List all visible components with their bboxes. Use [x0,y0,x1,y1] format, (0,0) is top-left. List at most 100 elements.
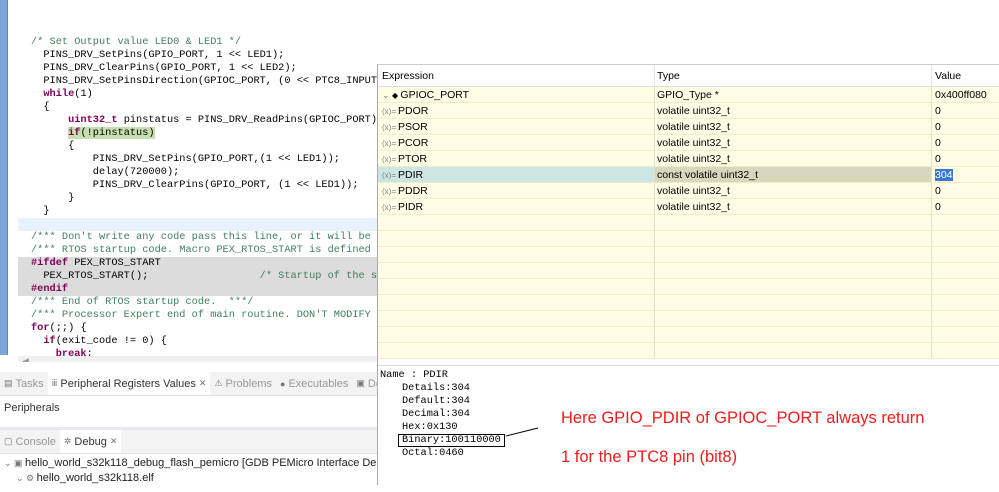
code-token: if [43,335,56,347]
details-pane: Name : PDIR Details:304 Default:304 Decima… [378,365,999,486]
details-name: Name : PDIR [380,369,448,381]
code-token: PINS_DRV_ClearPins(GPIO_PORT, 1 << LED2)… [31,62,297,74]
field-icon: (x)= [382,203,396,212]
header-type[interactable]: Type [655,65,932,86]
elf-label: hello_world_s32k118.elf [36,472,154,484]
expression-value[interactable]: 0x400ff080 [932,87,999,102]
expression-value[interactable]: 304 [935,169,953,181]
close-icon[interactable]: ✕ [110,436,118,447]
code-token: (1) [74,88,93,100]
code-line[interactable]: uint32_t pinstatus = PINS_DRV_ReadPins(G… [18,114,378,127]
code-line[interactable]: { [18,101,378,114]
debug-launch-item[interactable]: ⌄ ▣ hello_world_s32k118_debug_flash_pemi… [0,454,378,469]
code-line[interactable]: if(!pinstatus) [18,127,378,140]
code-token: /*** Don't write any code pass this line… [31,231,378,243]
code-line[interactable]: while(1) [18,88,378,101]
expression-value[interactable]: 0 [935,201,941,213]
expression-row[interactable]: (x)= PDIR const volatile uint32_t 304 [378,167,999,183]
expression-name: PCOR [398,137,429,149]
expression-row[interactable]: (x)= PIDR volatile uint32_t 0 [378,199,999,215]
code-line[interactable]: /* Set Output value LED0 & LED1 */ [18,36,378,49]
code-line[interactable]: #ifdef PEX_RTOS_START [18,257,378,270]
details-value: Details:304 [402,382,470,394]
tab-icon: ▤ [4,378,13,388]
empty-row [378,279,999,295]
code-token: } [31,192,75,204]
empty-row [378,343,999,359]
code-line[interactable]: if(exit_code != 0) { [18,335,378,348]
code-line[interactable]: for(;;) { [18,322,378,335]
header-value[interactable]: Value [932,65,999,86]
chevron-down-icon[interactable]: ⌄ [382,90,392,100]
code-line[interactable]: /*** Don't write any code pass this line… [18,231,378,244]
expression-value[interactable]: 0 [935,185,941,197]
expression-name: PSOR [398,121,428,133]
code-line[interactable]: PINS_DRV_SetPins(GPIO_PORT, 1 << LED1); [18,49,378,62]
tab-label: Executables [288,377,349,390]
header-expression[interactable]: Expression [378,65,655,86]
code-line[interactable]: /*** Processor Expert end of main routin… [18,309,378,322]
details-value: Binary:100110000 [398,434,505,447]
code-editor[interactable]: /* Set Output value LED0 & LED1 */ PINS_… [0,0,378,362]
code-token: for [31,322,50,334]
expression-value[interactable]: 0 [935,137,941,149]
tab-peripheral-registers-values[interactable]: ⅲ Peripheral Registers Values ✕ [47,372,211,395]
expression-row[interactable]: (x)= PDOR volatile uint32_t 0 [378,103,999,119]
tab-console[interactable]: ▢ Console [0,436,60,448]
code-line[interactable]: PINS_DRV_SetPinsDirection(GPIOC_PORT, (0… [18,75,378,88]
expression-value[interactable]: 0 [935,105,941,117]
annotation-leader-line [506,427,539,437]
expressions-popup: Expression Type Value ⌄ ◆ GPIOC_PORT GPI… [377,64,999,485]
empty-row [378,311,999,327]
code-token: PINS_DRV_SetPins(GPIO_PORT, 1 << LED1); [31,49,285,61]
code-token: PEX_RTOS_START [68,257,161,269]
code-token: (exit_code != 0) { [55,335,167,347]
expression-row[interactable]: (x)= PSOR volatile uint32_t 0 [378,119,999,135]
close-icon[interactable]: ✕ [199,378,207,389]
code-line[interactable]: } [18,192,378,205]
expression-row[interactable]: (x)= PTOR volatile uint32_t 0 [378,151,999,167]
code-line[interactable]: PINS_DRV_ClearPins(GPIO_PORT, (1 << LED1… [18,179,378,192]
code-line[interactable]: delay(720000); [18,166,378,179]
field-icon: (x)= [382,123,396,132]
expression-value[interactable]: 0 [935,153,941,165]
code-line[interactable]: /*** End of RTOS startup code. ***/ [18,296,378,309]
debug-elf-item[interactable]: ⌄ ⚙ hello_world_s32k118.elf [0,469,378,484]
expression-type: volatile uint32_t [655,183,932,198]
expression-row[interactable]: (x)= PDDR volatile uint32_t 0 [378,183,999,199]
expression-name: PIDR [398,201,424,213]
code-line[interactable]: PINS_DRV_ClearPins(GPIO_PORT, 1 << LED2)… [18,62,378,75]
code-line[interactable]: { [18,140,378,153]
empty-row [378,295,999,311]
code-lines[interactable]: /* Set Output value LED0 & LED1 */ PINS_… [18,36,378,362]
code-line[interactable]: PEX_RTOS_START(); /* Startup of the sele… [18,270,378,283]
code-line[interactable]: } [18,205,378,218]
code-line[interactable]: #endif [18,283,378,296]
tab-debug[interactable]: ✲ Debug ✕ [59,430,122,453]
code-token: PINS_DRV_SetPinsDirection(GPIOC_PORT, (0… [31,75,378,87]
tab-executables[interactable]: ● Executables [276,378,352,390]
field-icon: (x)= [382,187,396,196]
expression-name: PTOR [398,153,427,165]
empty-row [378,263,999,279]
expression-name: PDIR [398,169,424,181]
expression-name: PDDR [398,185,428,197]
expression-row[interactable]: (x)= PCOR volatile uint32_t 0 [378,135,999,151]
tab-tasks[interactable]: ▤ Tasks [0,378,48,390]
empty-row [378,215,999,231]
tab-problems[interactable]: ⚠ Problems [210,378,276,390]
expression-name: GPIOC_PORT [400,89,470,101]
code-line[interactable] [18,218,378,231]
code-token: /*** End of RTOS startup code. ***/ [31,296,254,308]
expression-value[interactable]: 0 [935,121,941,133]
tab-debugger-console[interactable]: ▣Debugger Console [352,378,378,390]
code-line[interactable]: /*** RTOS startup code. Macro PEX_RTOS_S… [18,244,378,257]
field-icon: (x)= [382,107,396,116]
horizontal-scrollbar[interactable]: ◀ [18,356,378,362]
code-token: delay(720000); [31,166,180,178]
expression-row-root[interactable]: ⌄ ◆ GPIOC_PORT GPIO_Type * 0x400ff080 [378,87,999,103]
code-line[interactable]: PINS_DRV_SetPins(GPIO_PORT,(1 << LED1)); [18,153,378,166]
code-token: /* Startup of the selected RTOS. */ [259,270,378,282]
code-token: (;;) { [49,322,87,334]
